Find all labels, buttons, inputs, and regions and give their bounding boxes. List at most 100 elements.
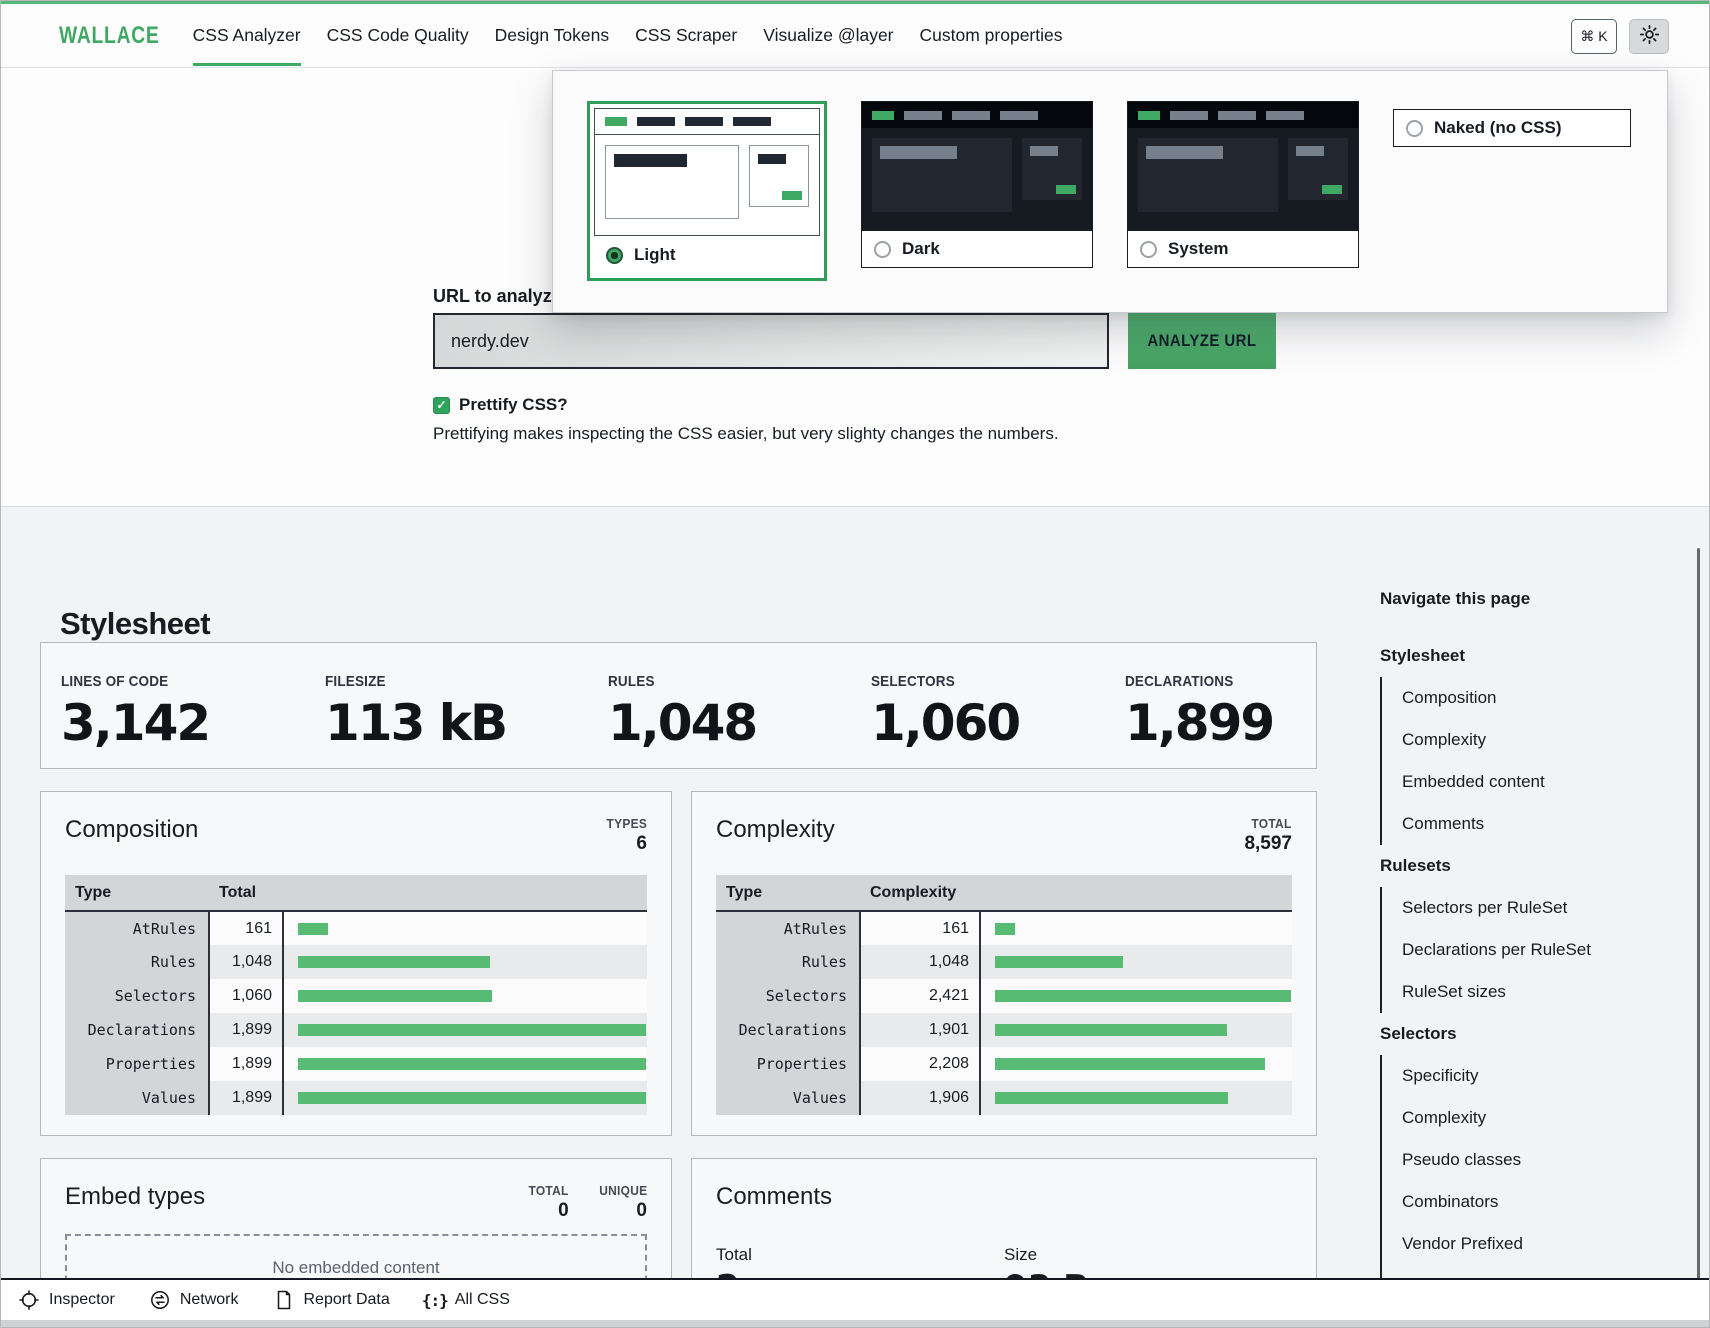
tab-css-code-quality[interactable]: CSS Code Quality bbox=[327, 4, 469, 67]
bottom-bar-label: Network bbox=[180, 1291, 239, 1309]
page-nav-link-combinators[interactable]: Combinators bbox=[1402, 1181, 1670, 1223]
comments-panel-header: Comments bbox=[716, 1183, 1292, 1211]
stat-value: 3,142 bbox=[61, 698, 209, 748]
bottom-bar-report-data[interactable]: Report Data bbox=[273, 1289, 390, 1311]
stat-declarations: DECLARATIONS1,899 bbox=[1125, 673, 1273, 748]
wallace-logo[interactable]: WALLACE bbox=[59, 22, 160, 50]
url-input-label: URL to analyze bbox=[433, 286, 562, 307]
analyze-url-button[interactable]: ANALYZE URL bbox=[1128, 313, 1276, 369]
page-nav-link-specificity[interactable]: Specificity bbox=[1402, 1055, 1670, 1097]
stat-rules: RULES1,048 bbox=[608, 673, 756, 748]
row-type-name: Properties bbox=[716, 1047, 860, 1081]
stat-label: SELECTORS bbox=[871, 673, 1004, 690]
prettify-checkbox[interactable]: ✓ bbox=[433, 397, 450, 414]
preview-navbar bbox=[595, 109, 819, 135]
theme-option-label-row: Light bbox=[594, 236, 820, 274]
tab-css-analyzer[interactable]: CSS Analyzer bbox=[193, 4, 301, 67]
table-row-values: Values1,899 bbox=[65, 1081, 647, 1115]
page-nav-link-complexity[interactable]: Complexity bbox=[1402, 719, 1670, 761]
theme-option-light[interactable]: Light bbox=[587, 101, 827, 281]
page-nav-sections: StylesheetCompositionComplexityEmbedded … bbox=[1380, 635, 1670, 1307]
complexity-title: Complexity bbox=[716, 816, 835, 844]
theme-option-dark[interactable]: Dark bbox=[861, 101, 1093, 268]
row-bar-cell bbox=[283, 911, 647, 945]
theme-toggle-button[interactable] bbox=[1629, 19, 1669, 54]
bottom-bar-inspector[interactable]: Inspector bbox=[18, 1289, 115, 1311]
stat-value: 113 kB bbox=[325, 698, 506, 748]
row-value: 161 bbox=[209, 911, 283, 945]
preview-body bbox=[595, 135, 819, 235]
row-bar-cell bbox=[980, 979, 1292, 1013]
value-bar bbox=[298, 956, 490, 968]
command-k-shortcut-button[interactable]: ⌘ K bbox=[1571, 19, 1617, 54]
row-bar-cell bbox=[980, 945, 1292, 979]
data-table: TypeTotalAtRules161Rules1,048Selectors1,… bbox=[65, 875, 647, 1115]
value-bar bbox=[298, 1092, 646, 1104]
composition-table: TypeTotalAtRules161Rules1,048Selectors1,… bbox=[65, 875, 647, 1115]
page-nav-heading-rulesets[interactable]: Rulesets bbox=[1380, 845, 1670, 887]
tab-css-scraper[interactable]: CSS Scraper bbox=[635, 4, 737, 67]
row-bar-cell bbox=[980, 911, 1292, 945]
tab-design-tokens[interactable]: Design Tokens bbox=[495, 4, 609, 67]
column-header-bar bbox=[283, 875, 647, 911]
page-nav-link-selectors-per-ruleset[interactable]: Selectors per RuleSet bbox=[1402, 887, 1670, 929]
url-input[interactable] bbox=[433, 313, 1109, 369]
preview-body bbox=[862, 128, 1092, 230]
row-type-name: Declarations bbox=[65, 1013, 209, 1047]
page-nav-link-composition[interactable]: Composition bbox=[1402, 677, 1670, 719]
row-value: 2,208 bbox=[860, 1047, 980, 1081]
stat-value: 1,899 bbox=[1125, 698, 1273, 748]
tab-custom-properties[interactable]: Custom properties bbox=[920, 4, 1063, 67]
preview-heading-bar bbox=[758, 154, 786, 164]
radio-selected-icon[interactable] bbox=[606, 247, 623, 264]
page-nav-link-comments[interactable]: Comments bbox=[1402, 803, 1670, 845]
column-header-type: Type bbox=[65, 875, 209, 911]
complexity-panel-header: Complexity TOTAL 8,597 bbox=[716, 816, 1292, 855]
stat-label: FILESIZE bbox=[325, 673, 488, 690]
row-value: 1,060 bbox=[209, 979, 283, 1013]
row-type-name: Rules bbox=[65, 945, 209, 979]
window-bottom-edge bbox=[0, 1320, 1710, 1328]
value-bar bbox=[298, 1058, 646, 1070]
preview-large-box bbox=[605, 145, 739, 219]
braces-icon: {:} bbox=[424, 1289, 446, 1311]
table-row-values: Values1,906 bbox=[716, 1081, 1292, 1115]
page-nav-heading-stylesheet[interactable]: Stylesheet bbox=[1380, 635, 1670, 677]
page-nav-link-ruleset-sizes[interactable]: RuleSet sizes bbox=[1402, 971, 1670, 1013]
page-nav-link-pseudo-classes[interactable]: Pseudo classes bbox=[1402, 1139, 1670, 1181]
theme-option-label: Naked (no CSS) bbox=[1434, 118, 1562, 138]
preview-navbar bbox=[862, 102, 1092, 128]
radio-icon[interactable] bbox=[1140, 241, 1157, 258]
preview-nav-chip bbox=[685, 117, 723, 126]
page-nav-link-complexity[interactable]: Complexity bbox=[1402, 1097, 1670, 1139]
theme-option-system[interactable]: System bbox=[1127, 101, 1359, 268]
page-nav-link-vendor-prefixed[interactable]: Vendor Prefixed bbox=[1402, 1223, 1670, 1265]
radio-icon[interactable] bbox=[1406, 120, 1423, 137]
page-nav-items: SpecificityComplexityPseudo classesCombi… bbox=[1380, 1055, 1670, 1307]
stylesheet-stats-card: LINES OF CODE3,142FILESIZE113 kBRULES1,0… bbox=[40, 642, 1317, 769]
theme-preview-thumbnail bbox=[862, 102, 1092, 230]
tab-visualize-layer[interactable]: Visualize @layer bbox=[763, 4, 893, 67]
theme-picker: Light Dark System Naked (no CSS) bbox=[552, 70, 1668, 313]
preview-small-box bbox=[1288, 138, 1348, 200]
table-row-atrules: AtRules161 bbox=[716, 911, 1292, 945]
bottom-bar-all-css[interactable]: {:}All CSS bbox=[424, 1289, 510, 1311]
preview-green-accent bbox=[1056, 185, 1076, 194]
nav-right-actions: ⌘ K bbox=[1571, 4, 1669, 68]
table-row-properties: Properties1,899 bbox=[65, 1047, 647, 1081]
page-nav-heading-selectors[interactable]: Selectors bbox=[1380, 1013, 1670, 1055]
theme-option-label: System bbox=[1168, 239, 1228, 259]
row-type-name: Properties bbox=[65, 1047, 209, 1081]
row-type-name: AtRules bbox=[65, 911, 209, 945]
complexity-total-stat: TOTAL 8,597 bbox=[1244, 816, 1292, 855]
radio-icon[interactable] bbox=[874, 241, 891, 258]
nav-tabs: CSS Analyzer CSS Code Quality Design Token… bbox=[193, 4, 1063, 67]
scrollbar-thumb[interactable] bbox=[1697, 548, 1700, 1283]
embed-types-title: Embed types bbox=[65, 1183, 205, 1211]
embed-stat-value: 0 bbox=[525, 1200, 569, 1222]
page-nav-link-embedded-content[interactable]: Embedded content bbox=[1402, 761, 1670, 803]
preview-navbar bbox=[1128, 102, 1358, 128]
theme-option-naked-no-css[interactable]: Naked (no CSS) bbox=[1393, 109, 1631, 147]
bottom-bar-network[interactable]: Network bbox=[149, 1289, 239, 1311]
page-nav-link-declarations-per-ruleset[interactable]: Declarations per RuleSet bbox=[1402, 929, 1670, 971]
